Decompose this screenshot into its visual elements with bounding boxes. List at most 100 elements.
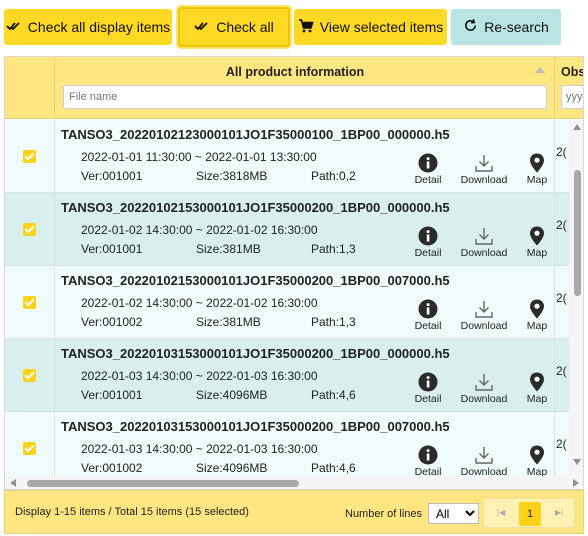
- file-name: TANSO3_20220102153000101JO1F35000200_1BP…: [61, 200, 450, 215]
- detail-button[interactable]: Detail: [411, 299, 445, 332]
- detail-button[interactable]: Detail: [411, 226, 445, 259]
- pager: |◀ 1 ▶|: [483, 498, 575, 528]
- obs-date-filter-input[interactable]: [561, 85, 583, 109]
- column-title-product[interactable]: All product information: [55, 65, 535, 79]
- download-button[interactable]: Download: [459, 372, 509, 405]
- download-button[interactable]: Download: [459, 299, 509, 332]
- row-checkbox[interactable]: [23, 223, 36, 236]
- double-check-icon: [6, 20, 22, 35]
- map-label: Map: [526, 174, 548, 186]
- row-checkbox-cell: [5, 339, 55, 412]
- obs-date-cell: 2(: [556, 437, 567, 451]
- row-checkbox[interactable]: [23, 296, 36, 309]
- grid-footer: Display 1-15 items / Total 15 items (15 …: [4, 490, 584, 534]
- row-product-cell: TANSO3_20220102153000101JO1F35000200_1BP…: [55, 266, 555, 339]
- double-check-icon: [194, 20, 210, 35]
- check-all-display-items-button[interactable]: Check all display items: [4, 9, 172, 45]
- last-page-icon[interactable]: ▶|: [548, 503, 570, 523]
- download-button[interactable]: Download: [459, 153, 509, 186]
- detail-button[interactable]: Detail: [411, 372, 445, 405]
- map-button[interactable]: Map: [523, 445, 551, 476]
- file-size: Size:381MB: [196, 315, 261, 329]
- vertical-scroll-thumb[interactable]: [574, 170, 581, 296]
- map-button[interactable]: Map: [523, 299, 551, 332]
- path-info: Path:0,2: [311, 169, 356, 183]
- detail-label: Detail: [414, 466, 442, 476]
- version: Ver:001002: [81, 315, 143, 329]
- scroll-down-arrow-icon[interactable]: [573, 459, 581, 465]
- path-info: Path:1,3: [311, 315, 356, 329]
- check-all-display-items-label: Check all display items: [27, 19, 171, 35]
- map-button[interactable]: Map: [523, 153, 551, 186]
- column-title-obs[interactable]: Obs: [561, 65, 583, 79]
- file-size: Size:4096MB: [196, 388, 268, 402]
- map-button[interactable]: Map: [523, 372, 551, 405]
- file-name: TANSO3_20220103153000101JO1F35000200_1BP…: [61, 346, 450, 361]
- info-icon: [411, 445, 445, 465]
- file-name: TANSO3_20220102123000101JO1F35000100_1BP…: [61, 127, 450, 142]
- horizontal-scrollbar[interactable]: [5, 476, 583, 489]
- horizontal-scroll-thumb[interactable]: [27, 480, 299, 487]
- table-row[interactable]: TANSO3_20220103153000101JO1F35000200_1BP…: [5, 412, 569, 476]
- map-pin-icon: [523, 226, 551, 246]
- re-search-button[interactable]: Re-search: [451, 9, 561, 45]
- download-label: Download: [460, 466, 508, 476]
- map-button[interactable]: Map: [523, 226, 551, 259]
- check-all-label: Check all: [216, 19, 274, 35]
- number-of-lines-select[interactable]: All: [428, 503, 479, 524]
- header-product-column: All product information: [55, 57, 555, 119]
- check-all-button[interactable]: Check all: [178, 7, 290, 47]
- view-selected-items-label: View selected items: [319, 19, 444, 35]
- map-pin-icon: [523, 372, 551, 392]
- sort-asc-icon[interactable]: [535, 67, 545, 73]
- grid-header: All product information Obs: [5, 57, 583, 119]
- re-search-label: Re-search: [484, 19, 549, 35]
- page-button-current[interactable]: 1: [519, 502, 541, 526]
- table-row[interactable]: TANSO3_20220102153000101JO1F35000200_1BP…: [5, 266, 569, 339]
- observation-period: 2022-01-03 14:30:00 ~ 2022-01-03 16:30:0…: [81, 442, 318, 456]
- detail-button[interactable]: Detail: [411, 153, 445, 186]
- map-pin-icon: [523, 299, 551, 319]
- download-button[interactable]: Download: [459, 226, 509, 259]
- row-checkbox-cell: [5, 266, 55, 339]
- detail-label: Detail: [414, 247, 442, 259]
- detail-button[interactable]: Detail: [411, 445, 445, 476]
- observation-period: 2022-01-01 11:30:00 ~ 2022-01-01 13:30:0…: [81, 150, 317, 164]
- row-checkbox[interactable]: [23, 150, 36, 163]
- view-selected-items-button[interactable]: View selected items: [294, 9, 447, 45]
- row-checkbox-cell: [5, 412, 55, 476]
- download-button[interactable]: Download: [459, 445, 509, 476]
- scroll-left-arrow-icon[interactable]: [10, 479, 16, 487]
- row-product-cell: TANSO3_20220103153000101JO1F35000200_1BP…: [55, 412, 555, 476]
- download-icon: [459, 153, 509, 173]
- row-checkbox[interactable]: [23, 369, 36, 382]
- table-row[interactable]: TANSO3_20220102153000101JO1F35000200_1BP…: [5, 193, 569, 266]
- path-info: Path:4,6: [311, 461, 356, 475]
- scroll-up-arrow-icon[interactable]: [573, 124, 581, 130]
- vertical-scrollbar[interactable]: [569, 120, 583, 476]
- file-size: Size:381MB: [196, 242, 261, 256]
- row-checkbox[interactable]: [23, 442, 36, 455]
- row-checkbox-cell: [5, 120, 55, 193]
- download-label: Download: [460, 174, 508, 186]
- row-checkbox-cell: [5, 193, 55, 266]
- first-page-icon[interactable]: |◀: [490, 503, 512, 523]
- download-icon: [459, 299, 509, 319]
- file-size: Size:4096MB: [196, 461, 268, 475]
- observation-period: 2022-01-02 14:30:00 ~ 2022-01-02 16:30:0…: [81, 296, 318, 310]
- download-icon: [459, 372, 509, 392]
- number-of-lines-label: Number of lines: [345, 508, 423, 520]
- table-row[interactable]: TANSO3_20220102123000101JO1F35000100_1BP…: [5, 120, 569, 193]
- table-row[interactable]: TANSO3_20220103153000101JO1F35000200_1BP…: [5, 339, 569, 412]
- observation-period: 2022-01-03 14:30:00 ~ 2022-01-03 16:30:0…: [81, 369, 318, 383]
- download-label: Download: [460, 393, 508, 405]
- obs-date-cell: 2(: [556, 291, 567, 305]
- map-label: Map: [526, 393, 548, 405]
- map-pin-icon: [523, 445, 551, 465]
- download-label: Download: [460, 320, 508, 332]
- file-name-filter-input[interactable]: [63, 85, 547, 109]
- obs-date-cell: 2(: [556, 218, 567, 232]
- scroll-right-arrow-icon[interactable]: [573, 479, 579, 487]
- map-label: Map: [526, 247, 548, 259]
- row-product-cell: TANSO3_20220102153000101JO1F35000200_1BP…: [55, 193, 555, 266]
